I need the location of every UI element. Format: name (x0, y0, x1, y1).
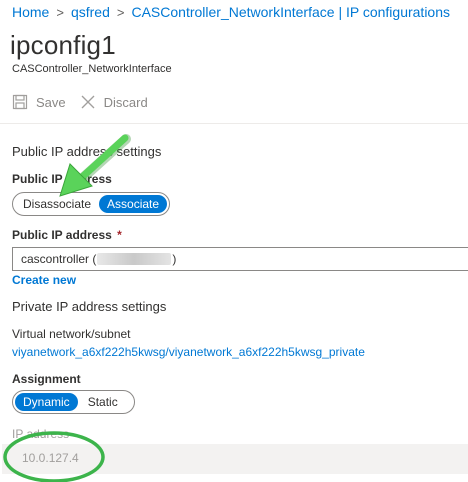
public-ip-address-select[interactable]: cascontroller () (12, 247, 468, 271)
toolbar-divider (0, 123, 468, 124)
create-new-link[interactable]: Create new (12, 273, 76, 287)
breadcrumb-separator: > (116, 4, 125, 20)
save-icon (12, 94, 28, 110)
ip-address-label: IP address (12, 427, 70, 441)
vnet-subnet-link[interactable]: viyanetwork_a6xf222h5kwsg/viyanetwork_a6… (12, 345, 365, 359)
required-marker: * (117, 228, 122, 242)
redacted-ip-blur (97, 253, 172, 265)
save-label: Save (36, 94, 66, 110)
discard-button[interactable]: Discard (80, 94, 148, 110)
dynamic-option[interactable]: Dynamic (15, 393, 78, 411)
page-title: ipconfig1 (10, 30, 116, 60)
disassociate-option[interactable]: Disassociate (15, 195, 99, 213)
static-option[interactable]: Static (78, 393, 132, 411)
public-ip-address-label-text: Public IP address (12, 228, 112, 242)
save-button[interactable]: Save (12, 94, 66, 110)
public-ip-address-label: Public IP address * (12, 228, 122, 242)
breadcrumb-separator: > (56, 4, 64, 20)
command-bar: Save Discard (12, 94, 148, 110)
vnet-subnet-label: Virtual network/subnet (12, 327, 131, 341)
breadcrumb-home[interactable]: Home (12, 4, 49, 20)
assignment-toggle[interactable]: Dynamic Static (12, 390, 135, 414)
ip-address-value: 10.0.127.4 (22, 451, 79, 465)
public-ip-value-prefix: cascontroller ( (21, 252, 97, 266)
breadcrumb-ip-configurations[interactable]: CASController_NetworkInterface | IP conf… (131, 4, 450, 20)
breadcrumb: Home > qsfred > CASController_NetworkInt… (12, 4, 450, 20)
discard-label: Discard (103, 94, 148, 110)
breadcrumb-resource-group[interactable]: qsfred (71, 4, 110, 20)
public-ip-toggle[interactable]: Disassociate Associate (12, 192, 171, 216)
close-icon (80, 94, 96, 110)
assignment-label: Assignment (12, 372, 81, 386)
public-ip-settings-heading: Public IP address settings (12, 144, 162, 159)
private-ip-settings-heading: Private IP address settings (12, 299, 167, 314)
page-subtitle: CASController_NetworkInterface (12, 63, 172, 75)
public-ip-toggle-label: Public IP address (12, 172, 112, 186)
associate-option[interactable]: Associate (99, 195, 168, 213)
public-ip-value-suffix: ) (172, 252, 177, 266)
